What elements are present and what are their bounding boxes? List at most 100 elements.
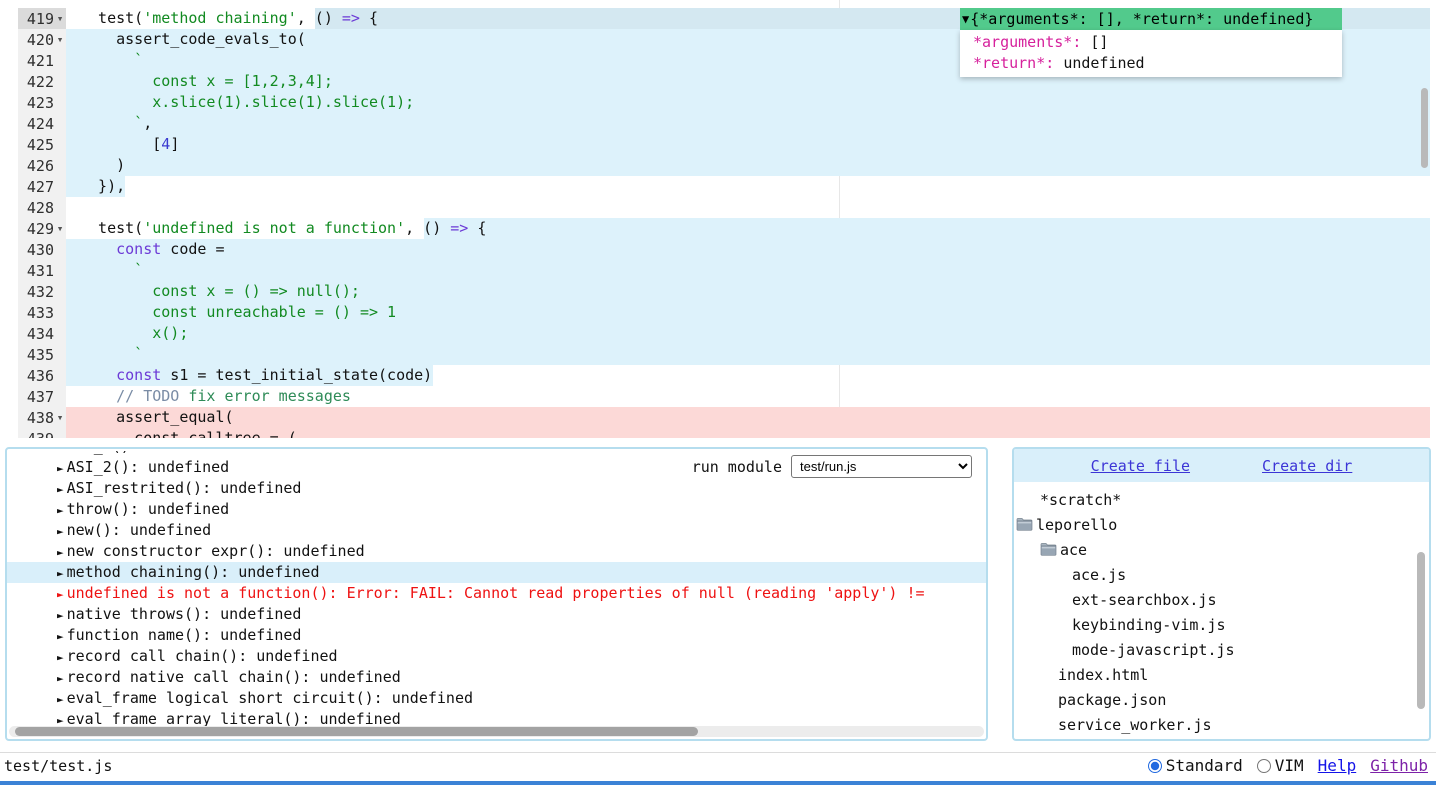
expand-triangle-icon[interactable]: ►	[57, 567, 64, 580]
console-horizontal-scrollbar[interactable]	[9, 726, 984, 737]
gutter-line-number[interactable]: 426	[18, 155, 66, 176]
test-result-item[interactable]: ►ASI_restrited(): undefined	[7, 478, 986, 499]
gutter-line-number[interactable]: 434	[18, 323, 66, 344]
expand-triangle-icon[interactable]: ►	[57, 451, 64, 454]
code-line-436[interactable]: const s1 = test_initial_state(code)	[66, 365, 1436, 386]
radio-vim[interactable]	[1257, 759, 1271, 773]
code-line-429[interactable]: test('undefined is not a function', () =…	[66, 218, 1436, 239]
gutter-line-number[interactable]: 428	[18, 197, 66, 218]
highlight-band	[424, 218, 1430, 239]
gutter-line-number[interactable]: 436	[18, 365, 66, 386]
tree-file-index.html[interactable]: index.html	[1014, 662, 1429, 687]
tree-folder-src[interactable]: src	[1014, 737, 1429, 741]
keybinding-option-standard[interactable]: Standard	[1148, 756, 1243, 775]
code-line-439[interactable]: const calltree = (	[66, 428, 1436, 438]
code-line-431[interactable]: `	[66, 260, 1436, 281]
gutter-line-number[interactable]: 427	[18, 176, 66, 197]
gutter-line-number[interactable]: 438▾	[18, 407, 66, 428]
gutter-line-number[interactable]: 437	[18, 386, 66, 407]
tree-file-*scratch*[interactable]: *scratch*	[1014, 487, 1429, 512]
code-line-430[interactable]: const code =	[66, 239, 1436, 260]
help-link[interactable]: Help	[1318, 756, 1357, 775]
gutter-line-number[interactable]: 421	[18, 50, 66, 71]
code-line-432[interactable]: const x = () => null();	[66, 281, 1436, 302]
code-line-438[interactable]: assert_equal(	[66, 407, 1436, 428]
test-result-label: ASI_restrited(): undefined	[67, 479, 302, 497]
github-link[interactable]: Github	[1370, 756, 1428, 775]
create-dir-link[interactable]: Create dir	[1262, 457, 1352, 475]
tree-file-keybinding-vim.js[interactable]: keybinding-vim.js	[1014, 612, 1429, 637]
test-result-item[interactable]: ►record native call chain(): undefined	[7, 667, 986, 688]
expand-triangle-icon[interactable]: ►	[57, 630, 64, 643]
test-result-item[interactable]: ►undefined is not a function(): Error: F…	[7, 583, 986, 604]
test-result-label: native throws(): undefined	[67, 605, 302, 623]
code-editor[interactable]: 419▾420▾421422423424425426427428429▾4304…	[0, 0, 1436, 438]
code-line-428[interactable]	[66, 197, 1436, 218]
test-result-item[interactable]: ►new(): undefined	[7, 520, 986, 541]
test-result-item[interactable]: ►new constructor expr(): undefined	[7, 541, 986, 562]
gutter-line-number[interactable]: 435	[18, 344, 66, 365]
gutter-line-number[interactable]: 423	[18, 92, 66, 113]
gutter-line-number[interactable]: 439	[18, 428, 66, 438]
file-tree-scrollbar[interactable]	[1417, 552, 1425, 709]
test-result-item[interactable]: ►record call chain(): undefined	[7, 646, 986, 667]
run-module-select[interactable]: test/run.js	[791, 455, 972, 478]
tree-folder-leporello[interactable]: leporello	[1014, 512, 1429, 537]
code-line-435[interactable]: `	[66, 344, 1436, 365]
expand-triangle-icon[interactable]: ►	[57, 672, 64, 685]
gutter-line-number[interactable]: 425	[18, 134, 66, 155]
gutter-line-number[interactable]: 424	[18, 113, 66, 134]
tree-file-service_worker.js[interactable]: service_worker.js	[1014, 712, 1429, 737]
fold-arrow-icon[interactable]: ▾	[54, 29, 66, 50]
test-result-item[interactable]: ►method chaining(): undefined	[7, 562, 986, 583]
expand-triangle-icon[interactable]: ►	[57, 462, 64, 475]
triangle-down-icon[interactable]: ▼	[960, 12, 970, 26]
tree-file-ext-searchbox.js[interactable]: ext-searchbox.js	[1014, 587, 1429, 612]
fold-arrow-icon[interactable]: ▾	[54, 407, 66, 428]
gutter-line-number[interactable]: 420▾	[18, 29, 66, 50]
editor-gutter[interactable]: 419▾420▾421422423424425426427428429▾4304…	[18, 8, 66, 438]
tree-file-ace.js[interactable]: ace.js	[1014, 562, 1429, 587]
code-line-423[interactable]: x.slice(1).slice(1).slice(1);	[66, 92, 1436, 113]
expand-triangle-icon[interactable]: ►	[57, 693, 64, 706]
code-line-437[interactable]: // TODO fix error messages	[66, 386, 1436, 407]
expand-triangle-icon[interactable]: ►	[57, 609, 64, 622]
expand-triangle-icon[interactable]: ►	[57, 483, 64, 496]
tree-file-package.json[interactable]: package.json	[1014, 687, 1429, 712]
gutter-line-number[interactable]: 431	[18, 260, 66, 281]
editor-vertical-scrollbar[interactable]	[1421, 88, 1428, 168]
gutter-line-number[interactable]: 430	[18, 239, 66, 260]
line-number: 437	[27, 388, 54, 406]
expand-triangle-icon[interactable]: ►	[57, 651, 64, 664]
test-result-item[interactable]: ►throw(): undefined	[7, 499, 986, 520]
test-result-item[interactable]: ►eval_frame logical short circuit(): und…	[7, 688, 986, 709]
code-line-text: const unreachable = () => 1	[80, 302, 396, 323]
tree-folder-ace[interactable]: ace	[1014, 537, 1429, 562]
code-line-425[interactable]: [4]	[66, 134, 1436, 155]
fold-arrow-icon[interactable]: ▾	[54, 218, 66, 239]
test-result-item[interactable]: ►native throws(): undefined	[7, 604, 986, 625]
console-horizontal-scrollbar-thumb[interactable]	[15, 727, 698, 736]
expand-triangle-icon[interactable]: ►	[57, 588, 64, 601]
code-line-433[interactable]: const unreachable = () => 1	[66, 302, 1436, 323]
code-line-426[interactable]: )	[66, 155, 1436, 176]
value-inspector-header[interactable]: ▼{*arguments*: [], *return*: undefined}	[960, 8, 1342, 30]
code-line-424[interactable]: `,	[66, 113, 1436, 134]
fold-arrow-icon[interactable]: ▾	[54, 8, 66, 29]
gutter-line-number[interactable]: 419▾	[18, 8, 66, 29]
gutter-line-number[interactable]: 429▾	[18, 218, 66, 239]
radio-standard[interactable]	[1148, 759, 1162, 773]
expand-triangle-icon[interactable]: ►	[57, 525, 64, 538]
expand-triangle-icon[interactable]: ►	[57, 546, 64, 559]
code-line-434[interactable]: x();	[66, 323, 1436, 344]
expand-triangle-icon[interactable]: ►	[57, 504, 64, 517]
code-line-text: test('method chaining', () => {	[80, 8, 378, 29]
create-file-link[interactable]: Create file	[1091, 457, 1190, 475]
code-line-427[interactable]: }),	[66, 176, 1436, 197]
tree-file-mode-javascript.js[interactable]: mode-javascript.js	[1014, 637, 1429, 662]
test-result-item[interactable]: ►function name(): undefined	[7, 625, 986, 646]
gutter-line-number[interactable]: 422	[18, 71, 66, 92]
gutter-line-number[interactable]: 433	[18, 302, 66, 323]
keybinding-option-vim[interactable]: VIM	[1257, 756, 1304, 775]
gutter-line-number[interactable]: 432	[18, 281, 66, 302]
